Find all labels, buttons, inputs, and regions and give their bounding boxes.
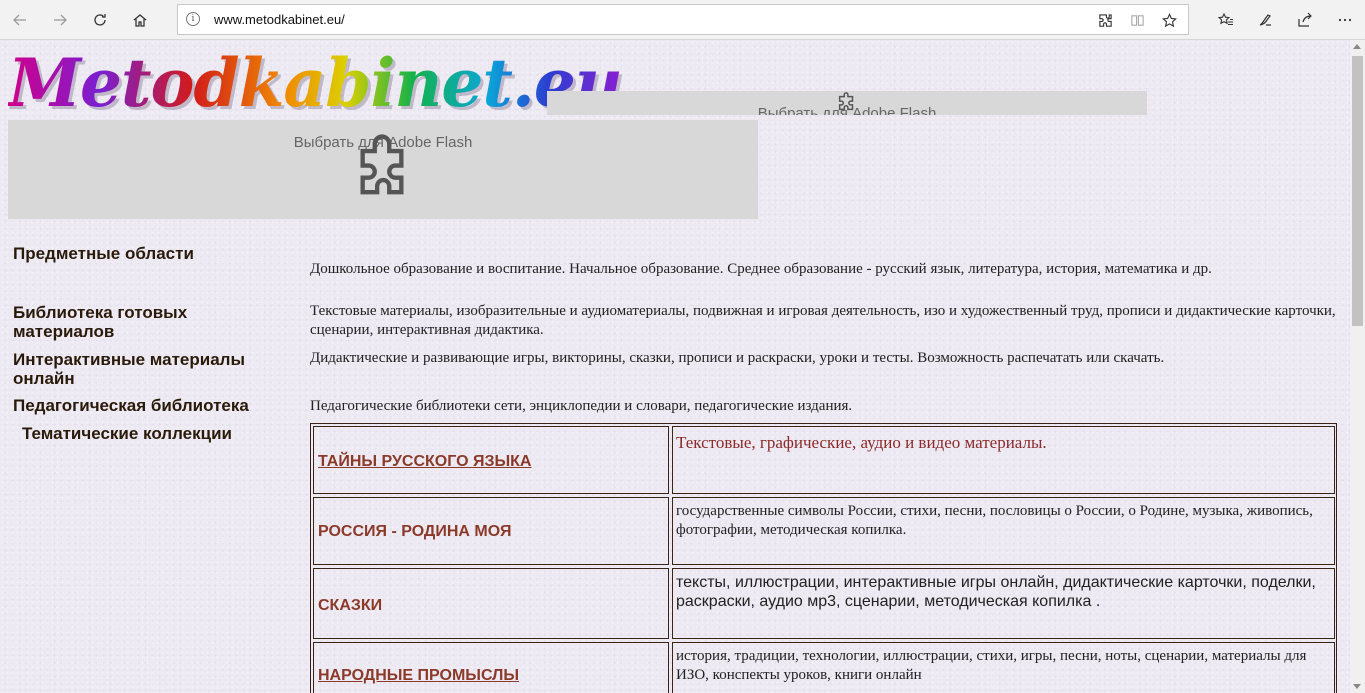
collections-table: ТАЙНЫ РУССКОГО ЯЗЫКА Текстовые, графичес… — [310, 423, 1337, 693]
nav-interactive-online[interactable]: Интерактивные материалы онлайн — [13, 350, 283, 388]
collection-desc-russia: государственные символы России, стихи, п… — [676, 503, 1313, 538]
table-cell-title: РОССИЯ - РОДИНА МОЯ — [313, 497, 669, 565]
desc-interactive-online: Дидактические и развивающие игры, виктор… — [310, 350, 1165, 366]
plugin-puzzle-icon-small — [838, 92, 854, 111]
share-icon[interactable] — [1291, 6, 1319, 34]
collection-desc-fairy-tales: тексты, иллюстрации, интерактивные игры … — [676, 574, 1316, 610]
table-cell-desc: Текстовые, графические, аудио и видео ма… — [672, 426, 1335, 494]
desc-pedagogical-library: Педагогические библиотеки сети, энциклоп… — [310, 398, 853, 414]
info-icon[interactable]: i — [186, 12, 200, 26]
page-content: Metodkabinet.eu Metodkabinet.eu Выбрать … — [0, 40, 1350, 693]
site-logo[interactable]: Metodkabinet.eu — [8, 44, 623, 122]
plugin-puzzle-icon-large — [360, 134, 404, 195]
collection-desc-russian-language: Текстовые, графические, аудио и видео ма… — [676, 433, 1047, 452]
home-icon[interactable] — [126, 6, 154, 34]
extensions-icon[interactable] — [1096, 11, 1114, 29]
scroll-up-arrow-icon[interactable] — [1353, 44, 1361, 49]
table-cell-desc: государственные символы России, стихи, п… — [672, 497, 1335, 565]
favorites-hub-icon[interactable] — [1212, 6, 1240, 34]
refresh-icon[interactable] — [86, 6, 114, 34]
browser-toolbar: i www.metodkabinet.eu/ — [0, 0, 1365, 40]
collection-link-russian-language[interactable]: ТАЙНЫ РУССКОГО ЯЗЫКА — [318, 453, 531, 471]
forward-icon[interactable] — [46, 6, 74, 34]
reading-view-icon[interactable] — [1128, 11, 1146, 29]
address-bar[interactable]: i www.metodkabinet.eu/ — [177, 4, 1189, 35]
favorite-star-icon[interactable] — [1160, 11, 1178, 29]
nav-subject-areas[interactable]: Предметные области — [13, 244, 194, 263]
vertical-scrollbar[interactable] — [1350, 40, 1365, 693]
table-cell-title: СКАЗКИ — [313, 568, 669, 639]
table-cell-desc: тексты, иллюстрации, интерактивные игры … — [672, 568, 1335, 639]
url-text[interactable]: www.metodkabinet.eu/ — [214, 12, 345, 27]
collection-title-fairy-tales[interactable]: СКАЗКИ — [318, 597, 382, 615]
flash-placeholder-small[interactable]: Выбрать для Adobe Flash — [547, 91, 1147, 115]
table-cell-desc: история, традиции, технологии, иллюстрац… — [672, 642, 1335, 693]
nav-materials-library[interactable]: Библиотека готовых материалов — [13, 303, 243, 341]
nav-thematic-collections[interactable]: Тематические коллекции — [22, 424, 232, 443]
table-cell-title: НАРОДНЫЕ ПРОМЫСЛЫ — [313, 642, 669, 693]
collection-link-folk-crafts[interactable]: НАРОДНЫЕ ПРОМЫСЛЫ — [318, 667, 519, 685]
table-cell-title: ТАЙНЫ РУССКОГО ЯЗЫКА — [313, 426, 669, 494]
scroll-down-arrow-icon[interactable] — [1353, 684, 1361, 689]
collection-desc-folk-crafts: история, традиции, технологии, иллюстрац… — [676, 648, 1307, 683]
flash-placeholder-large[interactable]: Выбрать для Adobe Flash — [8, 120, 758, 219]
nav-pedagogical-library[interactable]: Педагогическая библиотека — [13, 396, 249, 415]
back-icon[interactable] — [6, 6, 34, 34]
pen-icon[interactable] — [1251, 6, 1279, 34]
desc-subject-areas: Дошкольное образование и воспитание. Нач… — [310, 261, 1212, 277]
more-icon[interactable] — [1331, 6, 1359, 34]
collection-title-russia[interactable]: РОССИЯ - РОДИНА МОЯ — [318, 523, 511, 541]
scrollbar-thumb[interactable] — [1352, 56, 1363, 326]
desc-materials-library: Текстовые материалы, изобразительные и а… — [310, 303, 1336, 338]
